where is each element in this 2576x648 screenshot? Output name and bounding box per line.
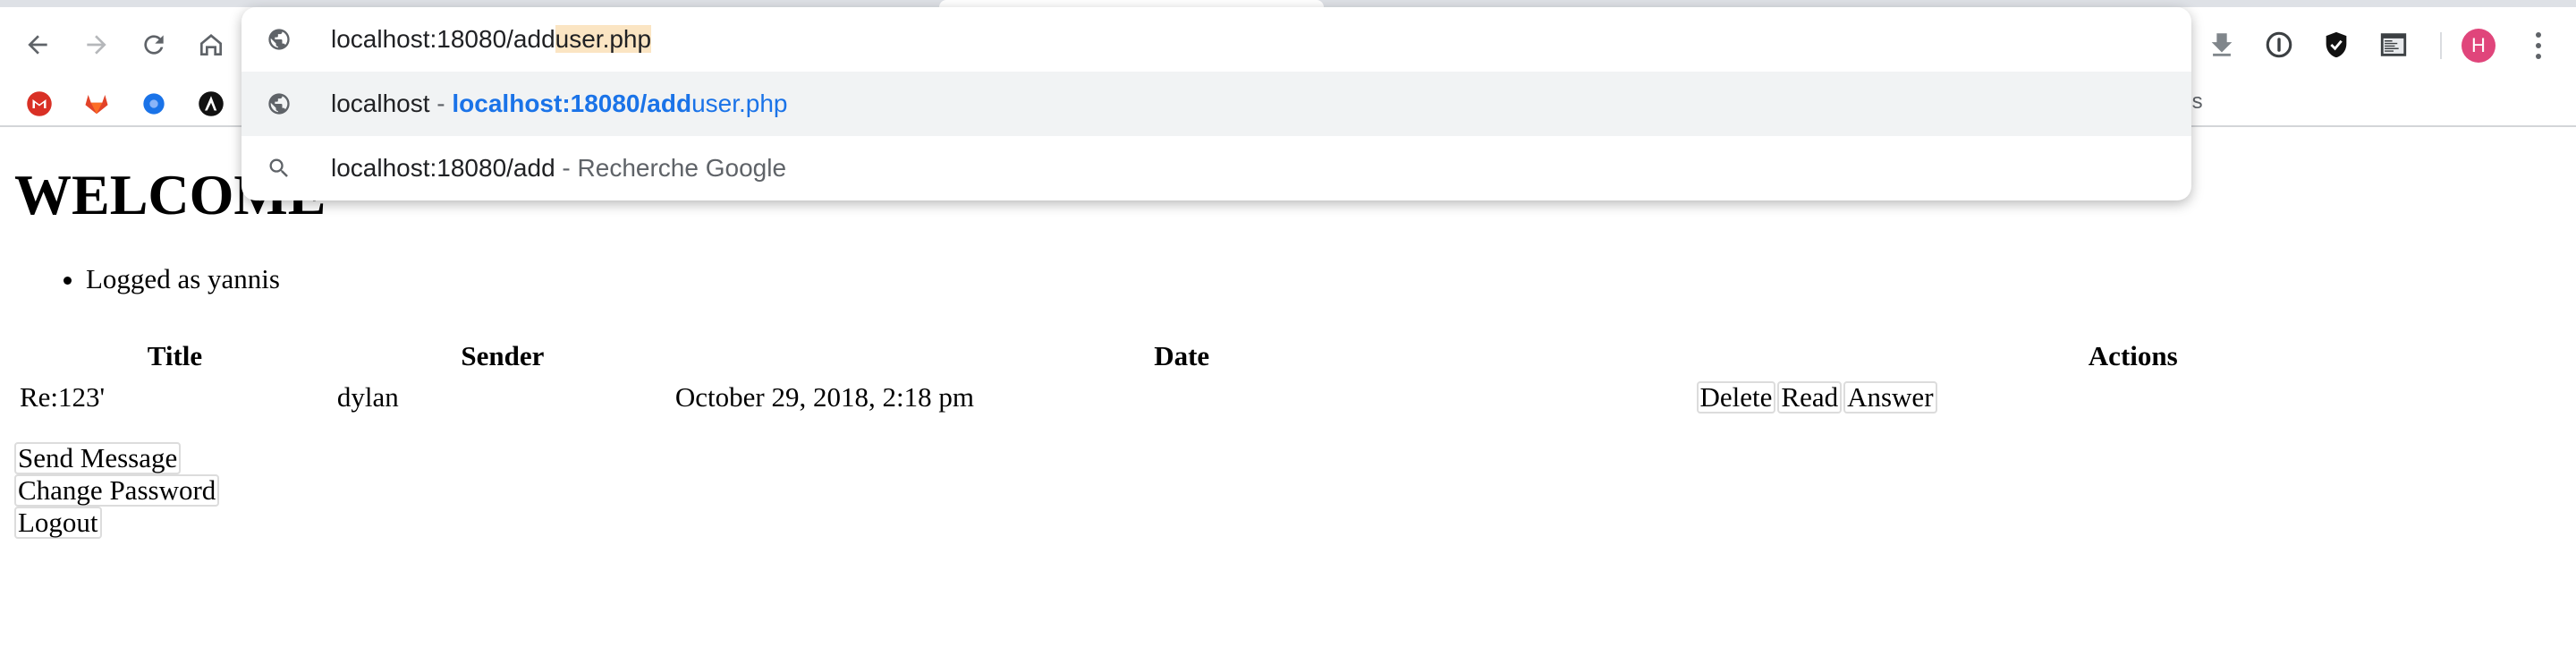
tab-strip — [0, 0, 2576, 7]
message-title: Re:123' — [20, 381, 106, 413]
logout-button[interactable]: Logout — [14, 507, 102, 539]
page-content: WELCOME Logged as yannis Title Sender Da… — [0, 127, 2576, 648]
suggestion-url-rest: user.php — [691, 90, 788, 117]
gitlab-icon — [85, 95, 108, 115]
ansible-icon — [199, 91, 224, 116]
bookmark-chrome-web[interactable] — [138, 88, 170, 120]
suggestion-separator: - — [555, 154, 578, 182]
forward-button[interactable] — [72, 20, 122, 70]
address-autocomplete-text: user.php — [555, 25, 652, 53]
download-extension[interactable] — [2197, 20, 2247, 70]
suggestion-engine-label: Recherche Google — [577, 154, 787, 182]
logged-as-item: Logged as yannis — [86, 261, 280, 297]
chrome-web-icon — [143, 93, 165, 115]
password-icon — [2266, 31, 2292, 58]
read-button[interactable]: Read — [1777, 381, 1843, 414]
suggestion-query: localhost:18080/add — [331, 154, 555, 182]
menu-dot — [2536, 43, 2541, 48]
bookmark-gitlab[interactable] — [80, 88, 113, 120]
table-row: Re:123' dylan October 29, 2018, 2:18 pm … — [18, 379, 2572, 415]
download-icon — [2211, 33, 2233, 56]
address-typed-text: localhost:18080/add — [331, 25, 555, 53]
account-actions: Send Message Change Password Logout — [14, 442, 220, 539]
answer-button[interactable]: Answer — [1843, 381, 1937, 414]
messages-table: Title Sender Date Actions Re:123' dylan … — [14, 333, 2576, 419]
home-button[interactable] — [186, 20, 236, 70]
reload-button[interactable] — [129, 20, 179, 70]
message-sender: dylan — [336, 381, 399, 413]
header-title: Title — [147, 340, 203, 371]
back-icon — [28, 35, 47, 55]
devtools-extension[interactable] — [2368, 20, 2419, 70]
address-bar-input[interactable]: localhost:18080/adduser.php — [242, 7, 2191, 72]
profile-initial: H — [2471, 34, 2486, 56]
suggestion-history[interactable]: localhost - localhost:18080/adduser.php — [242, 72, 2191, 136]
gmail-icon — [27, 91, 52, 116]
password-extension[interactable] — [2254, 20, 2304, 70]
browser-menu-button[interactable] — [2521, 25, 2556, 66]
globe-icon — [268, 93, 290, 115]
back-button[interactable] — [13, 20, 63, 70]
change-password-button[interactable]: Change Password — [14, 474, 220, 507]
menu-dot — [2536, 54, 2541, 59]
user-info-list: Logged as yannis — [14, 261, 280, 297]
header-date: Date — [1154, 340, 1210, 371]
reload-icon — [144, 35, 164, 55]
send-message-button[interactable]: Send Message — [14, 442, 182, 474]
toolbar-separator — [2440, 32, 2442, 59]
home-icon — [200, 34, 222, 55]
bookmark-gmail[interactable] — [23, 88, 55, 120]
suggestion-search-text: localhost:18080/add - Recherche Google — [331, 136, 786, 200]
suggestion-search[interactable]: localhost:18080/add - Recherche Google — [242, 136, 2191, 200]
suggestion-separator: - — [429, 90, 453, 117]
forward-icon — [87, 35, 106, 55]
menu-dot — [2536, 32, 2541, 38]
suggestion-title: localhost — [331, 90, 430, 117]
shield-icon — [2326, 31, 2347, 58]
active-tab[interactable] — [939, 0, 1324, 7]
table-header-row: Title Sender Date Actions — [18, 337, 2572, 376]
suggestion-url-match: localhost:18080/add — [452, 90, 692, 117]
header-actions: Actions — [2088, 340, 2178, 371]
globe-icon — [268, 29, 290, 50]
header-sender: Sender — [461, 340, 545, 371]
shield-extension[interactable] — [2311, 20, 2361, 70]
address-bar-text: localhost:18080/adduser.php — [331, 7, 652, 72]
suggestion-history-text: localhost - localhost:18080/adduser.php — [331, 72, 787, 136]
profile-avatar[interactable]: H — [2462, 29, 2496, 63]
omnibox-dropdown: localhost:18080/adduser.php localhost - … — [242, 7, 2191, 200]
search-icon — [269, 158, 288, 177]
message-actions: Delete Read Answer — [1694, 379, 2573, 415]
bookmark-ansible[interactable] — [195, 88, 227, 120]
devtools-icon — [2380, 33, 2407, 56]
delete-button[interactable]: Delete — [1696, 381, 1776, 414]
message-date: October 29, 2018, 2:18 pm — [674, 381, 974, 413]
